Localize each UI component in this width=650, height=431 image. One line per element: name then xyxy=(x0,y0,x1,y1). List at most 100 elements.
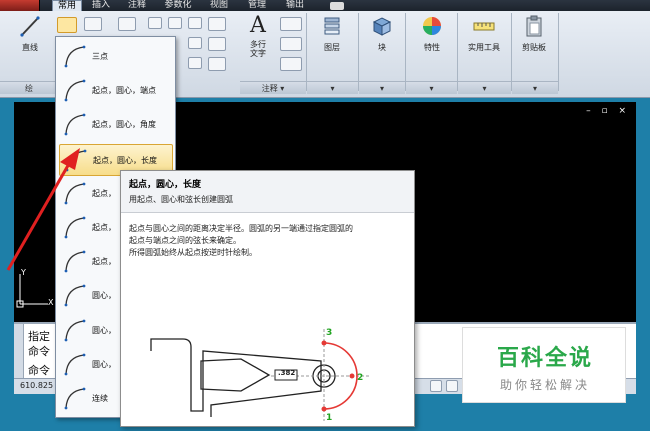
block-panel-expander[interactable]: ▾ xyxy=(359,81,405,94)
block-label: 块 xyxy=(378,43,386,52)
ribbon-separator xyxy=(405,13,406,91)
command-history-line-2: 命令 xyxy=(28,345,50,358)
block-button[interactable]: 块 xyxy=(362,15,402,53)
line-icon xyxy=(20,16,40,37)
clipboard-panel-expander[interactable]: ▾ xyxy=(512,81,558,94)
table-button[interactable] xyxy=(280,57,302,71)
quick-view-icon[interactable] xyxy=(446,380,458,392)
properties-label: 特性 xyxy=(424,43,440,52)
application-menu-button[interactable] xyxy=(0,0,40,11)
command-prompt: 命令 xyxy=(28,364,50,377)
arc-option-label: 起点，圆心，端点 xyxy=(92,86,156,96)
line-button[interactable]: 直线 xyxy=(10,15,50,53)
move-button[interactable] xyxy=(118,17,136,31)
trim-button[interactable] xyxy=(188,17,202,29)
utilities-panel-expander[interactable]: ▾ xyxy=(458,81,511,94)
ribbon-separator xyxy=(511,13,512,91)
tab-view[interactable]: 视图 xyxy=(206,0,232,11)
tab-annotate[interactable]: 注释 xyxy=(124,0,150,11)
tooltip-header: 起点，圆心，长度 用起点、圆心和弦长创建圆弧 xyxy=(121,171,414,213)
mtext-button[interactable]: A 多行 文字 xyxy=(243,13,273,59)
arc-tooltip: 起点，圆心，长度 用起点、圆心和弦长创建圆弧 起点与圆心之间的距离决定半径。圆弧… xyxy=(120,170,415,427)
arc-option-icon xyxy=(64,353,86,376)
arc-option-label: 三点 xyxy=(92,52,108,61)
arc-option-label: 圆心， xyxy=(92,325,116,335)
watermark-logo: 百科全说 助你轻松解决 xyxy=(462,327,626,403)
tab-home[interactable]: 常用 xyxy=(52,0,82,11)
annotation-panel-text: 注释 xyxy=(261,84,278,93)
arc-option[interactable]: 起点，圆心，角度 xyxy=(59,109,173,141)
line-label: 直线 xyxy=(22,43,38,52)
arc-option-icon xyxy=(64,45,86,68)
fillet-button[interactable] xyxy=(208,17,226,31)
scale-button[interactable] xyxy=(208,57,226,71)
ucs-x-label: X xyxy=(48,298,54,307)
utilities-button[interactable]: 实用工具 xyxy=(460,15,508,53)
layers-icon xyxy=(324,17,340,35)
draw-panel-label[interactable]: 绘 xyxy=(0,81,58,94)
draw-panel-text: 绘 xyxy=(25,84,33,93)
arc-option-icon xyxy=(64,319,86,341)
tab-manage[interactable]: 管理 xyxy=(244,0,270,11)
ribbon-separator xyxy=(358,13,359,91)
tooltip-desc-line: 所得圆弧始终从起点按逆时针绘制。 xyxy=(129,248,257,257)
ribbon-separator xyxy=(306,13,307,91)
properties-button[interactable]: 特性 xyxy=(410,15,454,53)
arc-option-label: 起点，圆心，角度 xyxy=(92,120,156,130)
arc-option-icon xyxy=(64,284,86,307)
tab-output[interactable]: 输出 xyxy=(282,0,308,11)
properties-panel-expander[interactable]: ▾ xyxy=(406,81,457,94)
red-arrow-annotation xyxy=(6,148,80,271)
clipboard-icon xyxy=(526,15,542,37)
drawing-window-controls[interactable]: – ▫ × xyxy=(586,106,630,116)
menu-bar: 常用 插入 注释 参数化 视图 管理 输出 xyxy=(0,0,650,11)
point-label-1: 1 xyxy=(326,413,333,423)
tab-insert[interactable]: 插入 xyxy=(88,0,114,11)
color-wheel-icon xyxy=(423,17,441,35)
watermark-subtitle: 助你轻松解决 xyxy=(499,378,590,392)
extend-button[interactable] xyxy=(208,37,226,51)
annotation-panel-label[interactable]: 注释 ▾ xyxy=(240,81,306,94)
layers-panel-expander[interactable]: ▾ xyxy=(307,81,358,94)
command-history-line-1: 指定 xyxy=(28,330,50,343)
text-a-icon: A xyxy=(250,13,266,38)
clipboard-button[interactable]: 剪贴板 xyxy=(514,15,554,53)
polyline-button[interactable] xyxy=(84,17,102,31)
mirror-button[interactable] xyxy=(188,37,202,49)
tooltip-desc-line: 起点与端点之间的弦长来确定。 xyxy=(129,236,241,245)
coordinate-readout: 610.825 xyxy=(20,381,54,390)
arc-option[interactable]: 三点 xyxy=(59,41,173,73)
watermark-title: 百科全说 xyxy=(496,346,593,371)
command-line-handle[interactable] xyxy=(14,324,24,380)
arc-option[interactable]: 起点，圆心，端点 xyxy=(59,75,173,107)
autocad-window: 常用 插入 注释 参数化 视图 管理 输出 直线 A 多行 文字 图层 块 特性… xyxy=(0,0,650,431)
point-label-3: 3 xyxy=(326,328,333,338)
measure-icon xyxy=(473,22,495,31)
arc-option-label: 圆心， xyxy=(92,291,116,301)
copy-button[interactable] xyxy=(148,17,162,29)
arc-option-label: 起点，圆心，长度 xyxy=(93,155,157,165)
mtext-label: 多行 文字 xyxy=(250,40,266,58)
layout-icon[interactable] xyxy=(430,380,442,392)
arc-option-icon xyxy=(64,387,86,410)
point-label-2: 2 xyxy=(357,373,364,383)
dimension-value: .382 xyxy=(278,369,296,377)
arc-option-icon xyxy=(64,113,86,136)
arc-option-label: 圆心， xyxy=(92,359,116,369)
ribbon-separator xyxy=(558,13,559,91)
array-button[interactable] xyxy=(188,57,202,69)
utilities-label: 实用工具 xyxy=(468,43,500,52)
rotate-button[interactable] xyxy=(168,17,182,29)
tooltip-desc-line: 起点与圆心之间的距离决定半径。圆弧的另一端通过指定圆弧的 xyxy=(129,224,353,233)
ribbon-separator xyxy=(457,13,458,91)
block-icon xyxy=(372,17,392,36)
tooltip-title: 起点，圆心，长度 xyxy=(129,180,202,190)
layers-button[interactable]: 图层 xyxy=(312,15,352,53)
ribbon-toggle-button[interactable] xyxy=(330,2,344,10)
dimension-button[interactable] xyxy=(280,17,302,31)
clipboard-label: 剪贴板 xyxy=(522,43,546,52)
arc-dropdown-button[interactable] xyxy=(57,17,77,33)
tooltip-subtitle: 用起点、圆心和弦长创建圆弧 xyxy=(129,195,233,204)
leader-button[interactable] xyxy=(280,37,302,51)
tab-parametric[interactable]: 参数化 xyxy=(160,0,196,11)
